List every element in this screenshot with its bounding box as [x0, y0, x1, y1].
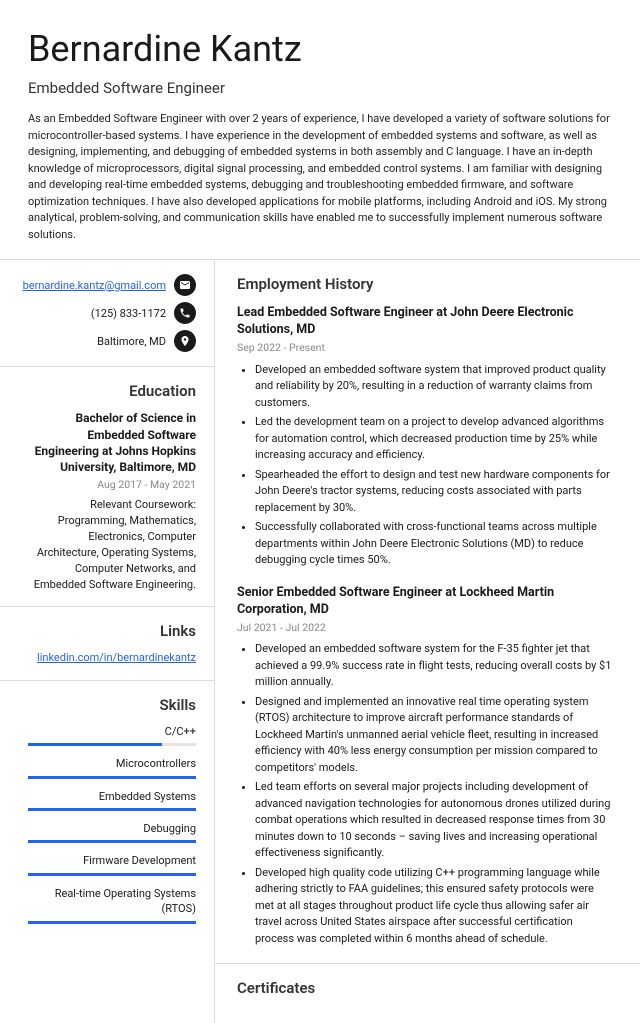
skill-item: Microcontrollers	[28, 756, 196, 778]
contact-phone-row: (125) 833-1172	[28, 302, 196, 324]
links-heading: Links	[28, 621, 196, 642]
skill-bar	[28, 840, 196, 843]
skill-name: C/C++	[28, 724, 196, 739]
divider	[0, 366, 214, 367]
linkedin-link[interactable]: linkedin.com/in/bernardinekantz	[37, 651, 196, 664]
main-content: Employment History Lead Embedded Softwar…	[215, 260, 640, 1023]
job-entry: Senior Embedded Software Engineer at Loc…	[237, 585, 612, 947]
email-link[interactable]: bernardine.kantz@gmail.com	[23, 278, 166, 293]
email-icon	[174, 274, 196, 296]
sidebar: bernardine.kantz@gmail.com (125) 833-117…	[0, 260, 215, 1023]
education-desc: Relevant Coursework: Programming, Mathem…	[28, 497, 196, 593]
name: Bernardine Kantz	[28, 24, 612, 74]
job-bullet: Led the development team on a project to…	[255, 414, 612, 464]
skills-section: Skills C/C++ Microcontrollers Embedded Sys…	[28, 695, 196, 924]
contact-email-row: bernardine.kantz@gmail.com	[28, 274, 196, 296]
education-dates: Aug 2017 - May 2021	[28, 478, 196, 493]
phone-icon	[174, 302, 196, 324]
links-section: Links linkedin.com/in/bernardinekantz	[28, 621, 196, 665]
job-bullets: Developed an embedded software system fo…	[237, 641, 612, 947]
location-text: Baltimore, MD	[97, 334, 166, 349]
contact-location-row: Baltimore, MD	[28, 330, 196, 352]
divider	[0, 680, 214, 681]
education-section: Education Bachelor of Science in Embedde…	[28, 381, 196, 592]
skill-name: Embedded Systems	[28, 789, 196, 804]
job-bullet: Spearheaded the effort to design and tes…	[255, 467, 612, 517]
body: bernardine.kantz@gmail.com (125) 833-117…	[0, 260, 640, 1023]
job-entry: Lead Embedded Software Engineer at John …	[237, 305, 612, 568]
divider	[0, 606, 214, 607]
skill-name: Firmware Development	[28, 853, 196, 868]
job-bullet: Developed an embedded software system fo…	[255, 641, 612, 691]
job-title: Senior Embedded Software Engineer at Loc…	[237, 585, 612, 619]
job-title: Embedded Software Engineer	[28, 78, 612, 99]
job-bullet: Developed high quality code utilizing C+…	[255, 865, 612, 948]
location-icon	[174, 330, 196, 352]
skills-heading: Skills	[28, 695, 196, 716]
summary: As an Embedded Software Engineer with ov…	[28, 111, 612, 243]
skill-item: Embedded Systems	[28, 789, 196, 811]
job-dates: Jul 2021 - Jul 2022	[237, 621, 612, 636]
education-heading: Education	[28, 381, 196, 402]
skill-bar	[28, 921, 196, 924]
skill-item: Firmware Development	[28, 853, 196, 875]
skill-item: Debugging	[28, 821, 196, 843]
job-bullet: Successfully collaborated with cross-fun…	[255, 519, 612, 569]
job-dates: Sep 2022 - Present	[237, 341, 612, 356]
education-degree: Bachelor of Science in Embedded Software…	[28, 410, 196, 475]
skill-bar	[28, 873, 196, 876]
certificates-heading: Certificates	[237, 978, 612, 999]
skill-bar	[28, 743, 196, 746]
job-bullet: Designed and implemented an innovative r…	[255, 694, 612, 777]
header: Bernardine Kantz Embedded Software Engin…	[0, 0, 640, 259]
skill-item: C/C++	[28, 724, 196, 746]
skill-bar	[28, 776, 196, 779]
job-bullet: Developed an embedded software system th…	[255, 362, 612, 412]
skill-name: Real-time Operating Systems (RTOS)	[28, 886, 196, 917]
divider	[215, 963, 640, 964]
skill-name: Microcontrollers	[28, 756, 196, 771]
job-bullet: Led team efforts on several major projec…	[255, 779, 612, 862]
job-title: Lead Embedded Software Engineer at John …	[237, 305, 612, 339]
job-bullets: Developed an embedded software system th…	[237, 362, 612, 569]
contact-section: bernardine.kantz@gmail.com (125) 833-117…	[28, 274, 196, 352]
phone-text: (125) 833-1172	[91, 306, 166, 321]
skill-name: Debugging	[28, 821, 196, 836]
skill-bar	[28, 808, 196, 811]
link-item: linkedin.com/in/bernardinekantz	[28, 650, 196, 665]
employment-heading: Employment History	[237, 274, 612, 295]
